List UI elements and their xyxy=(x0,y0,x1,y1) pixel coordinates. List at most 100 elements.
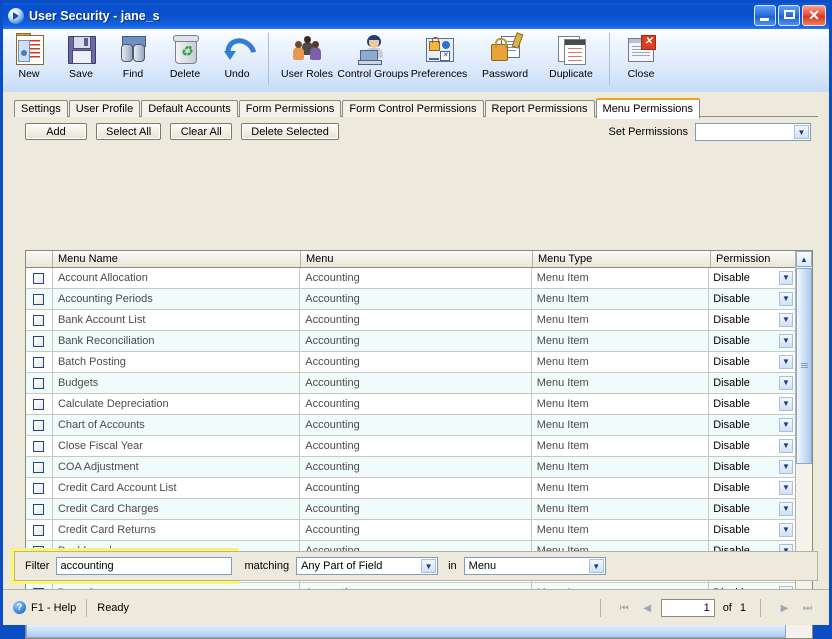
checkbox-icon[interactable] xyxy=(33,462,44,473)
chevron-down-icon[interactable]: ▼ xyxy=(779,355,793,369)
toolbar-button-control-groups[interactable]: Control Groups xyxy=(340,29,406,89)
matching-dropdown[interactable]: Any Part of Field ▼ xyxy=(296,557,438,575)
chevron-down-icon[interactable]: ▼ xyxy=(794,125,809,139)
table-row[interactable]: Credit Card ChargesAccountingMenu ItemDi… xyxy=(26,499,795,520)
table-row[interactable]: Calculate DepreciationAccountingMenu Ite… xyxy=(26,394,795,415)
row-checkbox-cell[interactable] xyxy=(26,457,53,477)
permission-dropdown[interactable]: Disable▼ xyxy=(709,331,795,351)
last-page-icon[interactable]: ⏭ xyxy=(798,599,817,617)
tab-form-control-permissions[interactable]: Form Control Permissions xyxy=(342,100,483,117)
checkbox-icon[interactable] xyxy=(33,336,44,347)
tab-user-profile[interactable]: User Profile xyxy=(69,100,140,117)
checkbox-icon[interactable] xyxy=(33,315,44,326)
table-row[interactable]: Accounting PeriodsAccountingMenu ItemDis… xyxy=(26,289,795,310)
row-checkbox-cell[interactable] xyxy=(26,289,53,309)
tab-menu-permissions[interactable]: Menu Permissions xyxy=(596,98,700,119)
table-row[interactable]: Batch PostingAccountingMenu ItemDisable▼ xyxy=(26,352,795,373)
page-number-input[interactable]: 1 xyxy=(661,599,715,617)
grid-header-menu-name[interactable]: Menu Name xyxy=(53,251,301,267)
row-checkbox-cell[interactable] xyxy=(26,352,53,372)
chevron-down-icon[interactable]: ▼ xyxy=(589,559,604,573)
table-row[interactable]: Chart of AccountsAccountingMenu ItemDisa… xyxy=(26,415,795,436)
toolbar-button-user-roles[interactable]: User Roles xyxy=(274,29,340,89)
set-permissions-dropdown[interactable]: ▼ xyxy=(695,123,811,141)
close-button[interactable]: ✕ xyxy=(802,5,826,26)
tab-settings[interactable]: Settings xyxy=(14,100,68,117)
chevron-down-icon[interactable]: ▼ xyxy=(779,481,793,495)
chevron-down-icon[interactable]: ▼ xyxy=(779,418,793,432)
first-page-icon[interactable]: ⏮ xyxy=(615,599,634,617)
chevron-down-icon[interactable]: ▼ xyxy=(779,376,793,390)
table-row[interactable]: COA AdjustmentAccountingMenu ItemDisable… xyxy=(26,457,795,478)
chevron-down-icon[interactable]: ▼ xyxy=(779,460,793,474)
select-all-button[interactable]: Select All xyxy=(96,123,161,140)
maximize-button[interactable] xyxy=(778,5,800,26)
tab-default-accounts[interactable]: Default Accounts xyxy=(141,100,238,117)
chevron-down-icon[interactable]: ▼ xyxy=(779,313,793,327)
toolbar-button-save[interactable]: Save xyxy=(55,29,107,89)
toolbar-button-password[interactable]: Password xyxy=(472,29,538,89)
row-checkbox-cell[interactable] xyxy=(26,268,53,288)
row-checkbox-cell[interactable] xyxy=(26,499,53,519)
permission-dropdown[interactable]: Disable▼ xyxy=(709,415,795,435)
row-checkbox-cell[interactable] xyxy=(26,373,53,393)
permission-dropdown[interactable]: Disable▼ xyxy=(709,310,795,330)
toolbar-button-find[interactable]: Find xyxy=(107,29,159,89)
chevron-down-icon[interactable]: ▼ xyxy=(779,439,793,453)
checkbox-icon[interactable] xyxy=(33,273,44,284)
table-row[interactable]: Bank ReconciliationAccountingMenu ItemDi… xyxy=(26,331,795,352)
tab-report-permissions[interactable]: Report Permissions xyxy=(485,100,595,117)
delete-selected-button[interactable]: Delete Selected xyxy=(241,123,339,140)
checkbox-icon[interactable] xyxy=(33,357,44,368)
toolbar-button-duplicate[interactable]: Duplicate xyxy=(538,29,604,89)
toolbar-button-undo[interactable]: Undo xyxy=(211,29,263,89)
row-checkbox-cell[interactable] xyxy=(26,478,53,498)
permission-dropdown[interactable]: Disable▼ xyxy=(709,457,795,477)
row-checkbox-cell[interactable] xyxy=(26,394,53,414)
permission-dropdown[interactable]: Disable▼ xyxy=(709,268,795,288)
permission-dropdown[interactable]: Disable▼ xyxy=(709,373,795,393)
checkbox-icon[interactable] xyxy=(33,378,44,389)
field-dropdown[interactable]: Menu ▼ xyxy=(464,557,606,575)
checkbox-icon[interactable] xyxy=(33,294,44,305)
permission-dropdown[interactable]: Disable▼ xyxy=(709,289,795,309)
chevron-down-icon[interactable]: ▼ xyxy=(779,271,793,285)
clear-all-button[interactable]: Clear All xyxy=(170,123,232,140)
toolbar-button-new[interactable]: New xyxy=(3,29,55,89)
next-page-icon[interactable]: ▶ xyxy=(775,599,794,617)
previous-page-icon[interactable]: ◀ xyxy=(638,599,657,617)
checkbox-icon[interactable] xyxy=(33,504,44,515)
checkbox-icon[interactable] xyxy=(33,420,44,431)
checkbox-icon[interactable] xyxy=(33,525,44,536)
row-checkbox-cell[interactable] xyxy=(26,436,53,456)
row-checkbox-cell[interactable] xyxy=(26,331,53,351)
permission-dropdown[interactable]: Disable▼ xyxy=(709,394,795,414)
vertical-scrollbar-thumb[interactable] xyxy=(796,268,812,464)
scroll-up-icon[interactable]: ▲ xyxy=(796,251,812,267)
chevron-down-icon[interactable]: ▼ xyxy=(779,397,793,411)
chevron-down-icon[interactable]: ▼ xyxy=(779,334,793,348)
minimize-button[interactable] xyxy=(754,5,776,26)
row-checkbox-cell[interactable] xyxy=(26,520,53,540)
grid-header-menu[interactable]: Menu xyxy=(301,251,533,267)
table-row[interactable]: Account AllocationAccountingMenu ItemDis… xyxy=(26,268,795,289)
permission-dropdown[interactable]: Disable▼ xyxy=(709,478,795,498)
help-circle-icon[interactable]: ? xyxy=(13,601,26,614)
table-row[interactable]: Bank Account ListAccountingMenu ItemDisa… xyxy=(26,310,795,331)
chevron-down-icon[interactable]: ▼ xyxy=(779,502,793,516)
table-row[interactable]: Credit Card Account ListAccountingMenu I… xyxy=(26,478,795,499)
row-checkbox-cell[interactable] xyxy=(26,310,53,330)
filter-input[interactable]: accounting xyxy=(56,557,232,575)
permission-dropdown[interactable]: Disable▼ xyxy=(709,520,795,540)
toolbar-button-close[interactable]: ✕ Close xyxy=(615,29,667,89)
checkbox-icon[interactable] xyxy=(33,441,44,452)
checkbox-icon[interactable] xyxy=(33,483,44,494)
toolbar-button-delete[interactable]: ♻ Delete xyxy=(159,29,211,89)
permission-dropdown[interactable]: Disable▼ xyxy=(709,436,795,456)
grid-header-menu-type[interactable]: Menu Type xyxy=(533,251,711,267)
table-row[interactable]: Close Fiscal YearAccountingMenu ItemDisa… xyxy=(26,436,795,457)
tab-form-permissions[interactable]: Form Permissions xyxy=(239,100,342,117)
grid-header-permission[interactable]: Permission xyxy=(711,251,797,267)
table-row[interactable]: BudgetsAccountingMenu ItemDisable▼ xyxy=(26,373,795,394)
chevron-down-icon[interactable]: ▼ xyxy=(779,292,793,306)
